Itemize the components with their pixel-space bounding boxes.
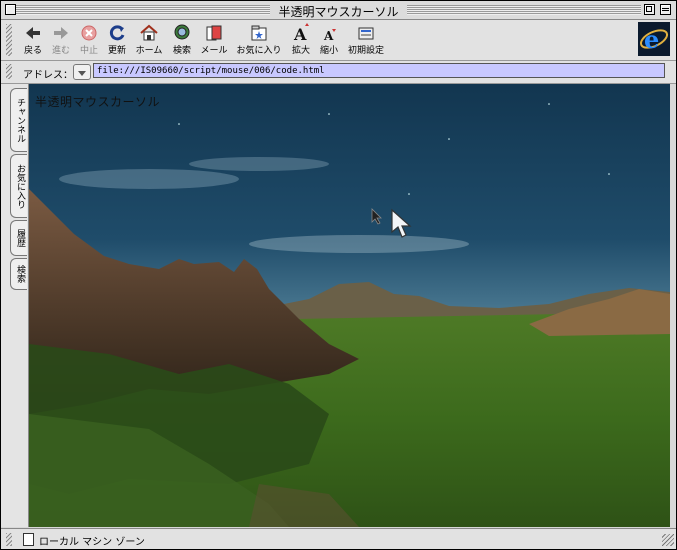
collapse-box[interactable] (660, 4, 671, 15)
text-smaller-button[interactable]: A 縮小 (317, 23, 341, 56)
window-title: 半透明マウスカーソル (270, 5, 407, 19)
title-bar[interactable]: 半透明マウスカーソル (1, 1, 676, 20)
mail-icon (206, 25, 222, 41)
translucent-hand-cursor-icon (391, 208, 412, 238)
right-edge (670, 84, 676, 527)
text-smaller-icon: A (323, 29, 336, 43)
preferences-icon (358, 27, 374, 40)
address-field[interactable]: file:///IS09660/script/mouse/006/code.ht… (93, 63, 665, 78)
preferences-label: 初期設定 (347, 46, 384, 56)
cursor-arrow-icon (371, 208, 382, 225)
preferences-button[interactable]: 初期設定 (346, 23, 386, 56)
svg-text:A: A (323, 29, 334, 43)
refresh-button[interactable]: 更新 (105, 23, 129, 56)
favorites-button[interactable]: お気に入り (235, 23, 283, 56)
security-zone-text: ローカル マシン ゾーン (39, 537, 145, 548)
tab-favorites[interactable]: お気に入り (10, 154, 27, 218)
zone-icon (23, 533, 34, 546)
back-arrow-icon (26, 27, 40, 39)
refresh-label: 更新 (107, 46, 126, 56)
home-button[interactable]: ホーム (134, 23, 164, 56)
internet-explorer-logo: e (638, 22, 670, 56)
home-label: ホーム (135, 46, 163, 56)
favorites-icon (251, 25, 267, 41)
ie-e-icon: e (638, 22, 670, 56)
explorer-bar-tabs: チャンネル お気に入り 履歴 検索 (1, 84, 29, 527)
address-history-dropdown[interactable] (73, 64, 91, 80)
page-heading: 半透明マウスカーソル (35, 95, 161, 109)
toolbar-grip[interactable] (6, 24, 12, 56)
forward-arrow-icon (54, 27, 68, 39)
home-icon (140, 24, 158, 41)
favorites-label: お気に入り (236, 46, 282, 56)
browser-window: 半透明マウスカーソル 戻る 進む 中止 更新 ホーム 検索 メール お気に入り … (0, 0, 677, 550)
toolbar: 戻る 進む 中止 更新 ホーム 検索 メール お気に入り A 拡大 A 縮小 初… (1, 20, 676, 61)
text-larger-label: 拡大 (291, 46, 310, 56)
stop-label: 中止 (79, 46, 98, 56)
search-label: 検索 (172, 46, 191, 56)
stop-button[interactable]: 中止 (77, 23, 101, 56)
mail-button[interactable]: メール (199, 23, 229, 56)
status-bar: ローカル マシン ゾーン (1, 528, 676, 549)
address-bar: アドレス： file:///IS09660/script/mouse/006/c… (1, 61, 676, 84)
back-button[interactable]: 戻る (21, 23, 45, 56)
landscape-background-image (29, 84, 670, 527)
tab-history[interactable]: 履歴 (10, 220, 27, 256)
stop-icon (81, 25, 97, 41)
zoom-box[interactable] (644, 4, 655, 15)
text-larger-button[interactable]: A 拡大 (289, 23, 313, 56)
search-icon (174, 24, 190, 40)
resize-handle[interactable] (662, 534, 674, 546)
page-content: 半透明マウスカーソル (29, 84, 670, 527)
forward-label: 進む (51, 46, 70, 56)
text-larger-icon: A (293, 23, 309, 43)
refresh-icon (109, 25, 125, 41)
tab-channels[interactable]: チャンネル (10, 88, 27, 152)
forward-button[interactable]: 進む (49, 23, 73, 56)
tab-search[interactable]: 検索 (10, 258, 27, 290)
address-bar-grip[interactable] (6, 64, 12, 79)
address-label: アドレス： (23, 70, 73, 81)
text-smaller-label: 縮小 (319, 46, 338, 56)
svg-text:e: e (644, 25, 659, 54)
back-label: 戻る (23, 46, 42, 56)
chevron-down-icon (78, 71, 86, 76)
svg-text:A: A (293, 25, 307, 43)
status-bar-grip (6, 533, 12, 546)
mail-label: メール (200, 46, 228, 56)
search-button[interactable]: 検索 (169, 23, 195, 56)
